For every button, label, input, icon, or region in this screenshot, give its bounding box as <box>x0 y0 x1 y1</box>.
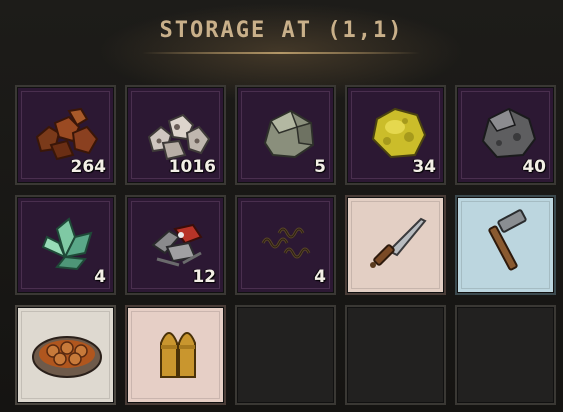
inventory-slot-3[interactable]: 5 <box>235 85 336 185</box>
inventory-slot-8[interactable]: 4 <box>235 195 336 295</box>
storage-title: STORAGE AT (1,1) <box>159 18 404 43</box>
item-count: 4 <box>314 267 326 287</box>
inventory-slot-14[interactable] <box>345 305 446 405</box>
inventory-slot-12[interactable] <box>125 305 226 405</box>
inventory-slot-9[interactable] <box>345 195 446 295</box>
item-count: 5 <box>314 157 326 177</box>
inventory-slot-7[interactable]: 12 <box>125 195 226 295</box>
storage-grid: 264 1016 5 34 40 4 12 4 <box>15 85 557 405</box>
inventory-slot-10[interactable] <box>455 195 556 295</box>
item-count: 34 <box>412 157 436 177</box>
inventory-slot-15[interactable] <box>455 305 556 405</box>
inventory-slot-6[interactable]: 4 <box>15 195 116 295</box>
inventory-slot-1[interactable]: 264 <box>15 85 116 185</box>
inventory-slot-13[interactable] <box>235 305 336 405</box>
title-divider <box>142 52 420 54</box>
inventory-slot-4[interactable]: 34 <box>345 85 446 185</box>
inventory-slot-11[interactable] <box>15 305 116 405</box>
item-count: 1016 <box>168 157 216 177</box>
item-count: 264 <box>70 157 107 177</box>
item-count: 12 <box>192 267 216 287</box>
item-count: 4 <box>94 267 106 287</box>
item-count: 40 <box>522 157 546 177</box>
inventory-slot-2[interactable]: 1016 <box>125 85 226 185</box>
inventory-slot-5[interactable]: 40 <box>455 85 556 185</box>
